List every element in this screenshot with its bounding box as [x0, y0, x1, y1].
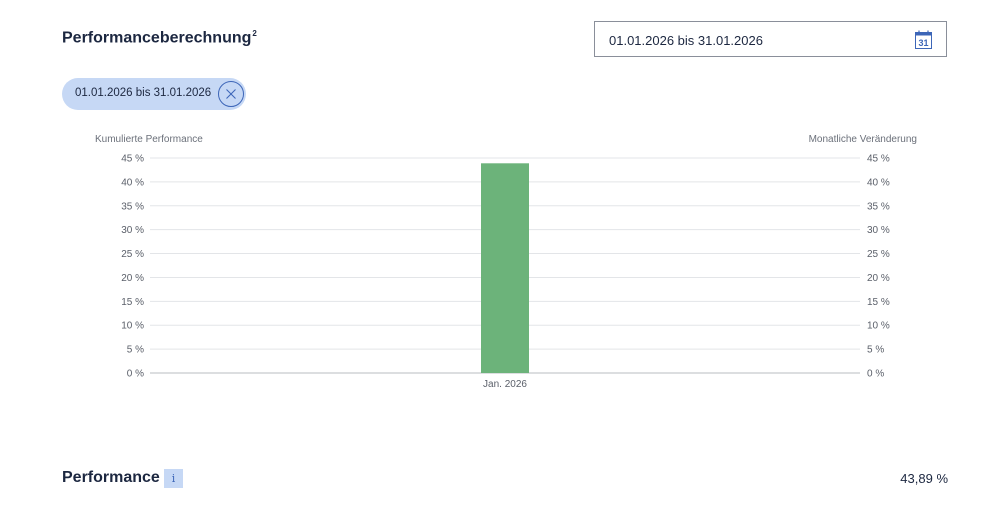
y-tick-label-right: 45 % — [867, 154, 890, 165]
y-tick-label-right: 5 % — [867, 345, 884, 356]
y-tick-label-right: 0 % — [867, 369, 884, 380]
y-tick-label-right: 15 % — [867, 297, 890, 308]
performance-label: Performance — [62, 469, 160, 486]
x-tick-label: Jan. 2026 — [483, 379, 527, 390]
y-tick-label-left: 25 % — [121, 249, 144, 260]
y-tick-label-left: 15 % — [121, 297, 144, 308]
y-tick-label-left: 45 % — [121, 154, 144, 165]
y-tick-label-left: 5 % — [127, 345, 144, 356]
performance-value: 43,89 % — [900, 471, 948, 486]
y-tick-label-left: 10 % — [121, 321, 144, 332]
y-tick-label-right: 10 % — [867, 321, 890, 332]
bar — [481, 163, 529, 373]
performance-chart: 0 % 0 % 5 % 5 % 10 % 10 % 15 % 15 % 20 % 20 % 25 %… — [121, 154, 890, 391]
y-tick-label-right: 30 % — [867, 225, 890, 236]
y-tick-label-right: 35 % — [867, 201, 890, 212]
y-tick-label-left: 0 % — [127, 369, 144, 380]
y-tick-label-left: 30 % — [121, 225, 144, 236]
y-tick-label-left: 40 % — [121, 177, 144, 188]
y-tick-label-left: 35 % — [121, 201, 144, 212]
y-tick-label-left: 20 % — [121, 273, 144, 284]
y-tick-label-right: 25 % — [867, 249, 890, 260]
y-tick-label-right: 20 % — [867, 273, 890, 284]
y-tick-label-right: 40 % — [867, 177, 890, 188]
info-icon[interactable]: i — [164, 469, 183, 488]
